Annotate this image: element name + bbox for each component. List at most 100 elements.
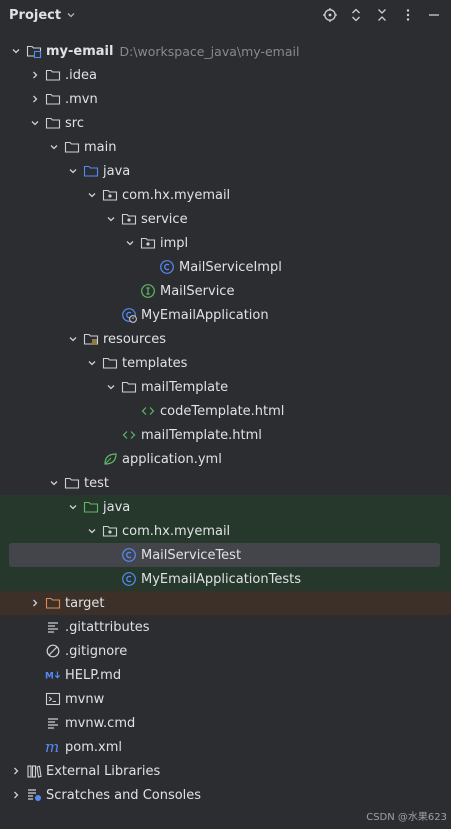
chevron-down-icon[interactable] — [66, 10, 76, 20]
class-icon — [159, 259, 175, 275]
test-folder-icon — [83, 499, 99, 515]
tree-item-label: resources — [103, 331, 167, 347]
project-panel-header: Project — [0, 0, 451, 30]
folder-icon — [64, 139, 80, 155]
tree-row-mailtemplate-html[interactable]: mailTemplate.html — [0, 423, 451, 447]
chevron-down-icon[interactable] — [27, 115, 43, 131]
tree-item-label: com.hx.myemail — [122, 523, 231, 539]
tree-row-help-md[interactable]: M HELP.md — [0, 663, 451, 687]
chevron-down-icon[interactable] — [65, 163, 81, 179]
tree-item-label: impl — [160, 235, 189, 251]
project-view-title[interactable]: Project — [9, 8, 61, 23]
tree-row-application-yml[interactable]: application.yml — [0, 447, 451, 471]
tree-item-label: service — [141, 211, 188, 227]
chevron-down-icon[interactable] — [46, 475, 62, 491]
folder-icon — [102, 355, 118, 371]
package-icon — [102, 187, 118, 203]
module-path: D:\workspace_java\my-email — [119, 43, 300, 59]
tree-item-label: src — [65, 115, 84, 131]
chevron-right-icon[interactable] — [27, 67, 43, 83]
chevron-down-icon[interactable] — [103, 211, 119, 227]
tree-item-label: target — [65, 595, 105, 611]
tree-row-pom-xml[interactable]: m pom.xml — [0, 735, 451, 759]
terminal-icon — [45, 691, 61, 707]
tree-item-label: mvnw.cmd — [65, 715, 136, 731]
tree-row-service[interactable]: service — [0, 207, 451, 231]
resources-folder-icon — [83, 331, 99, 347]
tree-row-templates[interactable]: templates — [0, 351, 451, 375]
tree-item-label: java — [103, 163, 131, 179]
tree-item-label: .mvn — [65, 91, 98, 107]
package-icon — [140, 235, 156, 251]
tree-row-codetemplate-html[interactable]: codeTemplate.html — [0, 399, 451, 423]
collapse-all-icon[interactable] — [373, 6, 391, 24]
tree-row-mailserviceimpl[interactable]: MailServiceImpl — [0, 255, 451, 279]
tree-row-resources[interactable]: resources — [0, 327, 451, 351]
tree-row-mvn[interactable]: .mvn — [0, 87, 451, 111]
chevron-down-icon[interactable] — [8, 43, 24, 59]
folder-icon — [121, 379, 137, 395]
tree-row-external-libraries[interactable]: External Libraries — [0, 759, 451, 783]
tree-item-label: main — [84, 139, 117, 155]
chevron-right-icon[interactable] — [8, 787, 24, 803]
tree-item-label: Scratches and Consoles — [46, 787, 202, 803]
tree-row-mailservicetest[interactable]: MailServiceTest — [0, 543, 451, 567]
expand-all-icon[interactable] — [347, 6, 365, 24]
ignore-icon — [45, 643, 61, 659]
chevron-down-icon[interactable] — [46, 139, 62, 155]
tree-item-label: templates — [122, 355, 188, 371]
tree-item-label: MyEmailApplication — [141, 307, 269, 323]
tree-row-idea[interactable]: .idea — [0, 63, 451, 87]
tree-row-mailservice[interactable]: MailService — [0, 279, 451, 303]
tree-item-label: test — [84, 475, 109, 491]
tree-item-label: mailTemplate.html — [141, 427, 262, 443]
chevron-down-icon[interactable] — [84, 355, 100, 371]
tree-row-java[interactable]: java — [0, 495, 451, 519]
chevron-down-icon[interactable] — [84, 187, 100, 203]
tree-item-label: mailTemplate — [141, 379, 229, 395]
excluded-folder-icon — [45, 595, 61, 611]
tree-item-label: MailServiceImpl — [179, 259, 282, 275]
locate-target-icon[interactable] — [321, 6, 339, 24]
chevron-right-icon[interactable] — [27, 91, 43, 107]
tree-row-mailtemplate[interactable]: mailTemplate — [0, 375, 451, 399]
tree-row-scratches-and-consoles[interactable]: Scratches and Consoles — [0, 783, 451, 807]
tree-row-myemailapplication[interactable]: MyEmailApplication — [0, 303, 451, 327]
tree-item-label: .gitattributes — [65, 619, 150, 635]
chevron-right-icon[interactable] — [8, 763, 24, 779]
tree-row-my-email[interactable]: my-email D:\workspace_java\my-email — [0, 39, 451, 63]
folder-icon — [64, 475, 80, 491]
text-lines-icon — [45, 619, 61, 635]
chevron-down-icon[interactable] — [65, 331, 81, 347]
tree-row-src[interactable]: src — [0, 111, 451, 135]
tree-row-mvnw[interactable]: mvnw — [0, 687, 451, 711]
more-options-icon[interactable] — [399, 6, 417, 24]
hide-panel-icon[interactable] — [425, 6, 443, 24]
package-icon — [121, 211, 137, 227]
tree-row-com-hx-myemail[interactable]: com.hx.myemail — [0, 183, 451, 207]
chevron-down-icon[interactable] — [103, 379, 119, 395]
tree-item-label: com.hx.myemail — [122, 187, 231, 203]
project-tree: my-email D:\workspace_java\my-email .idea.… — [0, 39, 451, 807]
tree-row-impl[interactable]: impl — [0, 231, 451, 255]
header-toolbar — [321, 6, 443, 24]
chevron-down-icon[interactable] — [65, 499, 81, 515]
source-folder-icon — [83, 163, 99, 179]
package-icon — [102, 523, 118, 539]
tree-item-label: pom.xml — [65, 739, 122, 755]
chevron-down-icon[interactable] — [122, 235, 138, 251]
tree-row-myemailapplicationtests[interactable]: MyEmailApplicationTests — [0, 567, 451, 591]
scratches-icon — [26, 787, 42, 803]
tree-row-gitignore[interactable]: .gitignore — [0, 639, 451, 663]
tree-row-target[interactable]: target — [0, 591, 451, 615]
tree-row-java[interactable]: java — [0, 159, 451, 183]
tree-row-mvnw-cmd[interactable]: mvnw.cmd — [0, 711, 451, 735]
tree-row-main[interactable]: main — [0, 135, 451, 159]
tree-row-com-hx-myemail[interactable]: com.hx.myemail — [0, 519, 451, 543]
tree-row-test[interactable]: test — [0, 471, 451, 495]
tree-item-label: MailServiceTest — [141, 547, 242, 563]
tree-item-label: .gitignore — [65, 643, 128, 659]
tree-row-gitattributes[interactable]: .gitattributes — [0, 615, 451, 639]
chevron-down-icon[interactable] — [84, 523, 100, 539]
chevron-right-icon[interactable] — [27, 595, 43, 611]
